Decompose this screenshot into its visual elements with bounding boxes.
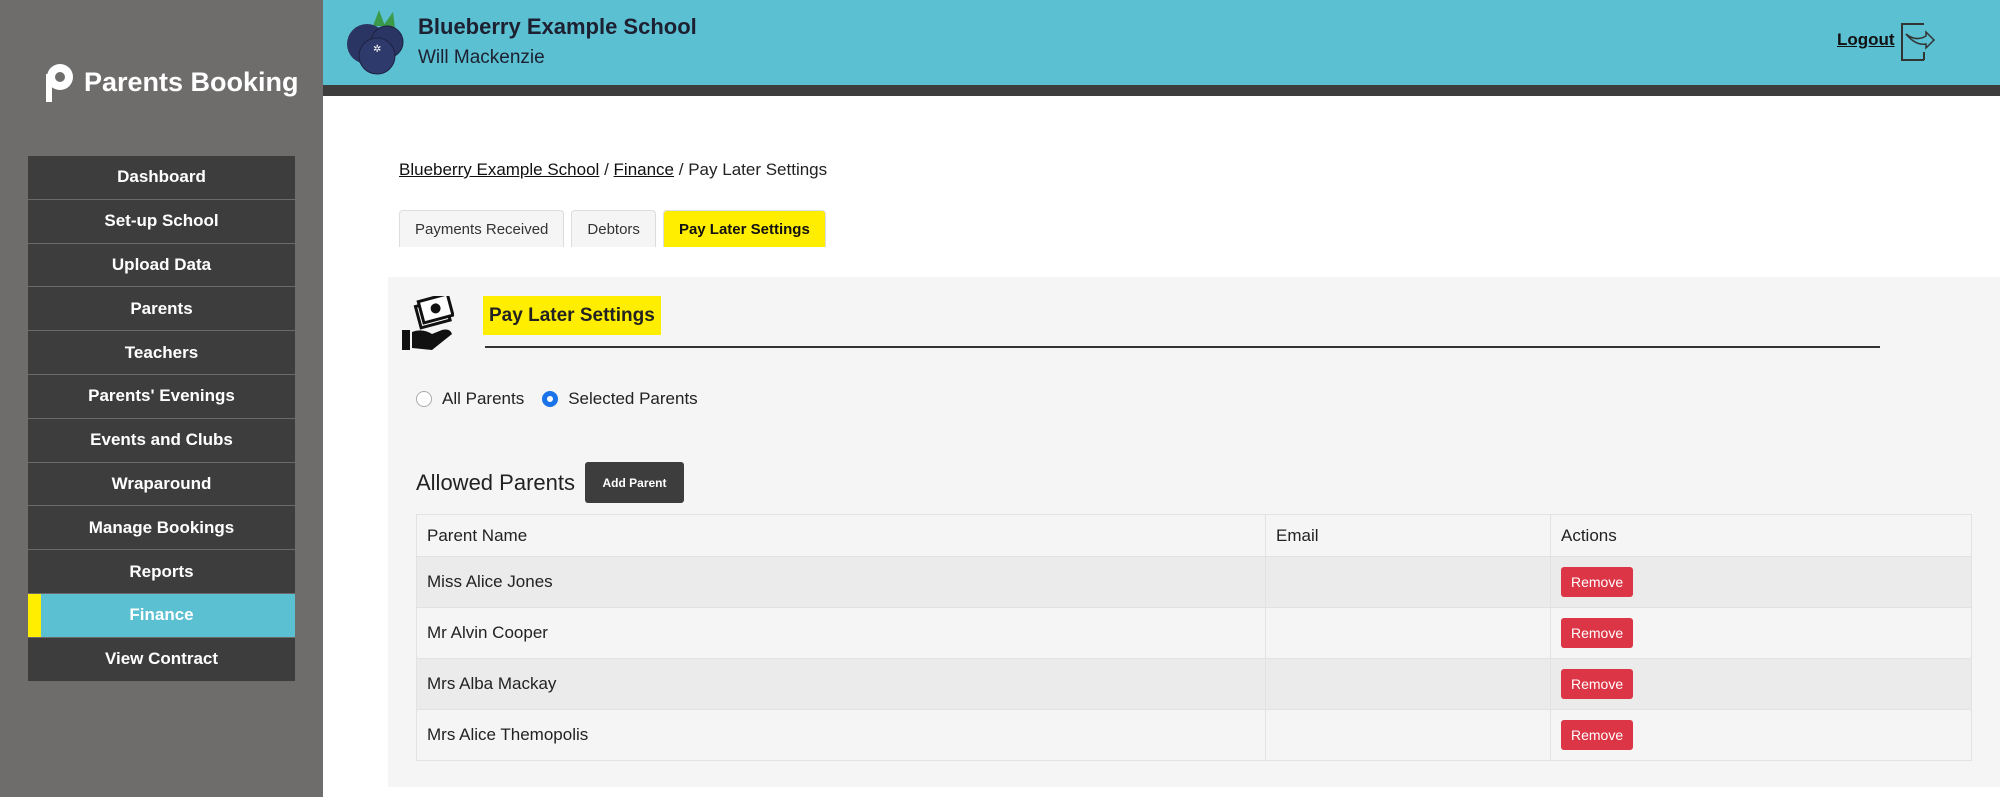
hand-money-icon xyxy=(402,296,454,350)
breadcrumb-current: Pay Later Settings xyxy=(688,160,828,179)
user-name: Will Mackenzie xyxy=(418,47,545,68)
parent-name-cell: Mr Alvin Cooper xyxy=(416,607,1266,659)
breadcrumb-finance-link[interactable]: Finance xyxy=(614,160,674,179)
svg-text:✲: ✲ xyxy=(373,44,381,55)
title-underline xyxy=(485,346,1880,348)
allowed-parents-table: Parent Name Email Actions Miss Alice Jon… xyxy=(416,514,1972,761)
nav-reports[interactable]: Reports xyxy=(28,550,295,594)
sidebar-nav: Dashboard Set-up School Upload Data Pare… xyxy=(28,156,295,682)
table-row: Mrs Alice Themopolis Remove xyxy=(416,709,1972,761)
nav-setup-school[interactable]: Set-up School xyxy=(28,199,295,244)
nav-upload-data[interactable]: Upload Data xyxy=(28,243,295,288)
nav-events-clubs[interactable]: Events and Clubs xyxy=(28,418,295,463)
sidebar: Parents Booking Dashboard Set-up School … xyxy=(0,0,323,797)
add-parent-button[interactable]: Add Parent xyxy=(585,462,684,503)
tab-payments-received[interactable]: Payments Received xyxy=(399,210,565,247)
nav-finance[interactable]: Finance xyxy=(28,593,295,638)
email-cell xyxy=(1265,556,1551,608)
top-header xyxy=(323,0,2000,85)
blueberry-school-logo-icon: ✲ xyxy=(347,10,404,75)
remove-button[interactable]: Remove xyxy=(1561,618,1634,648)
breadcrumb-school-link[interactable]: Blueberry Example School xyxy=(399,160,599,179)
remove-button[interactable]: Remove xyxy=(1561,669,1634,699)
table-row: Mr Alvin Cooper Remove xyxy=(416,607,1972,659)
remove-button[interactable]: Remove xyxy=(1561,720,1634,750)
pay-later-panel: Pay Later Settings All Parents Selected … xyxy=(388,277,2000,787)
allowed-parents-heading: Allowed Parents xyxy=(416,470,575,495)
column-header-actions: Actions xyxy=(1550,514,1972,557)
header-divider xyxy=(323,85,2000,96)
parent-name-cell: Mrs Alice Themopolis xyxy=(416,709,1266,761)
school-name: Blueberry Example School xyxy=(418,14,697,39)
breadcrumb-separator: / xyxy=(604,160,609,179)
logout-icon[interactable] xyxy=(1900,22,1936,62)
email-cell xyxy=(1265,709,1551,761)
parents-booking-logo-icon xyxy=(46,64,73,102)
parent-scope-radio-group: All Parents Selected Parents xyxy=(416,389,698,409)
table-row: Mrs Alba Mackay Remove xyxy=(416,658,1972,710)
finance-tabs: Payments Received Debtors Pay Later Sett… xyxy=(399,210,826,247)
nav-view-contract[interactable]: View Contract xyxy=(28,637,295,682)
breadcrumb-separator: / xyxy=(678,160,684,179)
brand-logo[interactable]: Parents Booking xyxy=(42,62,299,102)
logout-link[interactable]: Logout xyxy=(1837,30,1895,50)
nav-manage-bookings[interactable]: Manage Bookings xyxy=(28,506,295,551)
email-cell xyxy=(1265,658,1551,710)
column-header-parent-name: Parent Name xyxy=(416,514,1266,557)
breadcrumb: Blueberry Example School / Finance / Pay… xyxy=(399,160,827,180)
email-cell xyxy=(1265,607,1551,659)
radio-all-parents-label[interactable]: All Parents xyxy=(442,389,524,409)
tab-pay-later-settings[interactable]: Pay Later Settings xyxy=(662,210,826,247)
brand-name: Parents Booking xyxy=(84,66,299,97)
radio-selected-parents[interactable] xyxy=(542,391,559,407)
nav-parents[interactable]: Parents xyxy=(28,287,295,332)
table-row: Miss Alice Jones Remove xyxy=(416,556,1972,608)
parent-name-cell: Mrs Alba Mackay xyxy=(416,658,1266,710)
panel-title: Pay Later Settings xyxy=(483,296,661,335)
parent-name-cell: Miss Alice Jones xyxy=(416,556,1266,608)
remove-button[interactable]: Remove xyxy=(1561,567,1634,597)
nav-dashboard[interactable]: Dashboard xyxy=(28,156,295,200)
column-header-email: Email xyxy=(1265,514,1551,557)
tab-debtors[interactable]: Debtors xyxy=(571,210,656,247)
nav-parents-evenings[interactable]: Parents' Evenings xyxy=(28,374,295,419)
radio-selected-parents-label[interactable]: Selected Parents xyxy=(568,389,697,409)
nav-wraparound[interactable]: Wraparound xyxy=(28,462,295,507)
nav-teachers[interactable]: Teachers xyxy=(28,331,295,375)
radio-all-parents[interactable] xyxy=(416,391,432,407)
